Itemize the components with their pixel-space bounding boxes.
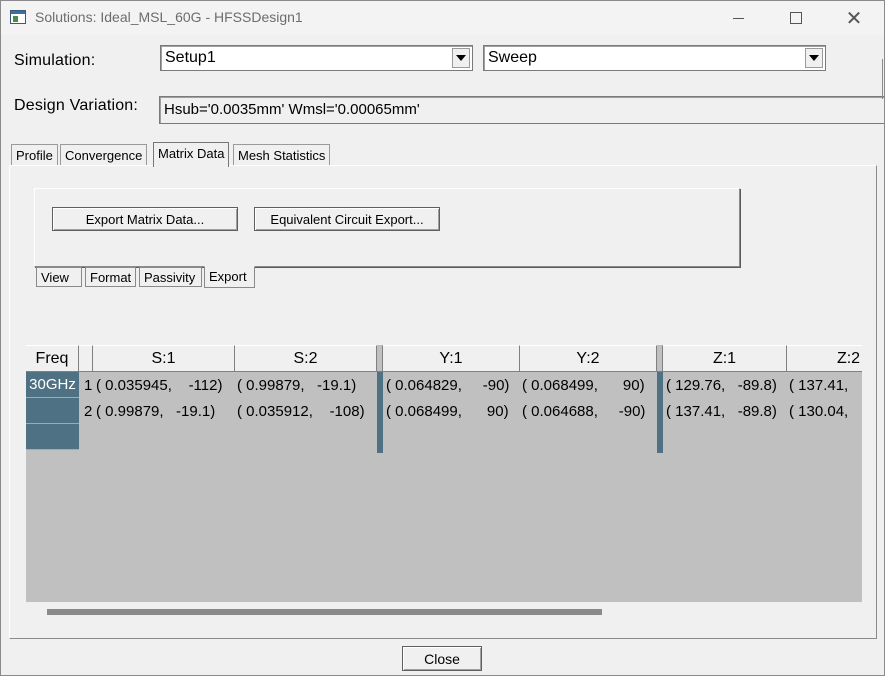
subtab-export[interactable]: Export: [204, 266, 255, 288]
window-title: Solutions: Ideal_MSL_60G - HFSSDesign1: [35, 9, 303, 25]
tab-matrix-data[interactable]: Matrix Data: [153, 142, 230, 167]
sweep-dropdown-arrow[interactable]: [805, 48, 823, 68]
design-variation-value: Hsub='0.0035mm' Wmsl='0.00065mm': [164, 101, 420, 118]
group-gap-header: [657, 345, 663, 372]
sweep-select-value: Sweep: [488, 49, 537, 66]
design-variation-label: Design Variation:: [14, 97, 139, 114]
cell-s12[interactable]: ( 0.99879, -19.1): [237, 377, 356, 394]
setup-dropdown-arrow[interactable]: [452, 48, 470, 68]
cell-y12[interactable]: ( 0.068499, 90): [522, 377, 645, 394]
column-header-s2[interactable]: S:2: [235, 345, 377, 372]
cell-z21[interactable]: ( 137.41, -89.8): [666, 403, 777, 420]
subtab-passivity[interactable]: Passivity: [139, 267, 202, 287]
close-icon: ✕: [845, 6, 863, 30]
tab-convergence[interactable]: Convergence: [60, 144, 148, 166]
cell-y21[interactable]: ( 0.068499, 90): [386, 403, 509, 420]
tab-mesh-statistics[interactable]: Mesh Statistics: [233, 144, 331, 166]
group-separator: [377, 372, 383, 453]
row-index: 2: [84, 403, 93, 420]
export-matrix-data-button[interactable]: Export Matrix Data...: [52, 207, 238, 231]
sweep-select[interactable]: Sweep: [483, 45, 826, 71]
column-header-index: [79, 345, 93, 372]
maximize-icon: [790, 12, 802, 24]
solutions-window: Solutions: Ideal_MSL_60G - HFSSDesign1 ✕…: [0, 0, 885, 676]
horizontal-scrollbar-thumb[interactable]: [47, 609, 602, 615]
subtab-format[interactable]: Format: [85, 267, 136, 287]
matrix-data-grid[interactable]: Freq S:1 S:2 Y:1 Y:2 Z:1 Z:2 30GHz 1 ( 0…: [26, 345, 862, 602]
row-header-empty[interactable]: [26, 398, 79, 424]
minimize-button[interactable]: [709, 1, 767, 35]
cell-z12[interactable]: ( 137.41,: [789, 377, 848, 394]
design-variation-field[interactable]: Hsub='0.0035mm' Wmsl='0.00065mm': [159, 96, 884, 124]
cell-y11[interactable]: ( 0.064829, -90): [386, 377, 509, 394]
cell-s11[interactable]: ( 0.035945, -112): [96, 377, 222, 394]
group-gap-header: [377, 345, 383, 372]
cell-z11[interactable]: ( 129.76, -89.8): [666, 377, 777, 394]
tab-profile[interactable]: Profile: [11, 144, 58, 166]
title-bar[interactable]: Solutions: Ideal_MSL_60G - HFSSDesign1 ✕: [1, 1, 884, 35]
minimize-icon: [732, 17, 744, 19]
maximize-button[interactable]: [767, 1, 825, 35]
group-separator: [657, 372, 663, 453]
subtab-view[interactable]: View: [36, 267, 82, 287]
cell-y22[interactable]: ( 0.064688, -90): [522, 403, 645, 420]
app-window-icon: [10, 10, 26, 24]
column-header-s1[interactable]: S:1: [93, 345, 235, 372]
column-header-z2[interactable]: Z:2: [787, 345, 862, 372]
setup-select[interactable]: Setup1: [160, 45, 473, 71]
column-header-y1[interactable]: Y:1: [383, 345, 520, 372]
cell-s22[interactable]: ( 0.035912, -108): [237, 403, 365, 420]
close-window-button[interactable]: ✕: [825, 1, 883, 35]
setup-select-value: Setup1: [165, 49, 216, 66]
column-header-z1[interactable]: Z:1: [663, 345, 787, 372]
row-header-empty[interactable]: [26, 424, 79, 450]
row-index: 1: [84, 377, 93, 394]
close-button[interactable]: Close: [402, 646, 482, 671]
equivalent-circuit-export-button[interactable]: Equivalent Circuit Export...: [254, 207, 440, 231]
cell-s21[interactable]: ( 0.99879, -19.1): [96, 403, 215, 420]
chevron-down-icon: [809, 55, 819, 61]
chevron-down-icon: [456, 55, 466, 61]
column-header-freq[interactable]: Freq: [26, 345, 79, 372]
cell-z22[interactable]: ( 130.04,: [789, 403, 848, 420]
row-header-freq[interactable]: 30GHz: [26, 372, 79, 398]
export-group: Export Matrix Data... Equivalent Circuit…: [34, 188, 740, 267]
column-header-y2[interactable]: Y:2: [520, 345, 657, 372]
simulation-label: Simulation:: [14, 52, 96, 69]
